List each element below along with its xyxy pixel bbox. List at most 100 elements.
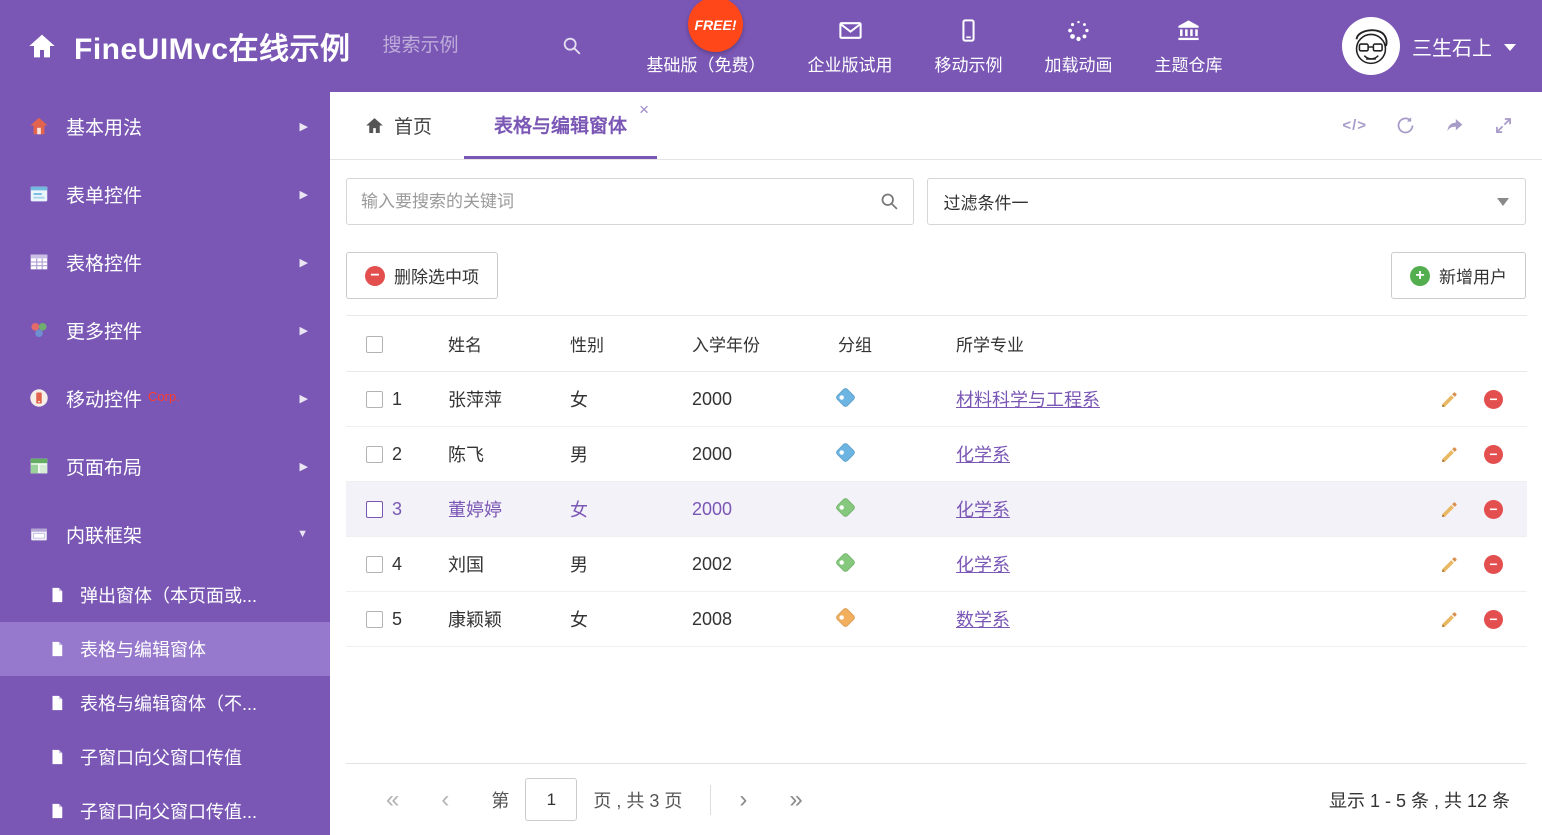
sidebar-subitem[interactable]: 表格与编辑窗体 xyxy=(0,622,330,676)
spinner-icon xyxy=(1065,16,1092,44)
row-number: 5 xyxy=(392,608,403,629)
sidebar-item[interactable]: 表格控件 ▶ xyxy=(0,228,330,296)
sidebar-subitem[interactable]: 子窗口向父窗口传值 xyxy=(0,730,330,784)
sidebar-item[interactable]: 内联框架 ▼ xyxy=(0,500,330,568)
home-icon[interactable] xyxy=(26,30,58,62)
delete-icon[interactable]: − xyxy=(1484,389,1503,409)
share-icon[interactable] xyxy=(1444,115,1465,136)
edit-icon[interactable] xyxy=(1439,389,1460,410)
major-link[interactable]: 化学系 xyxy=(956,555,1010,575)
col-header-actions xyxy=(1416,316,1527,372)
delete-icon[interactable]: − xyxy=(1484,609,1503,629)
first-page-button[interactable]: « xyxy=(386,787,399,812)
filter-row: 过滤条件一 xyxy=(346,178,1526,225)
header-search xyxy=(382,35,583,57)
major-link[interactable]: 化学系 xyxy=(956,500,1010,520)
sidebar-item[interactable]: 基本用法 ▶ xyxy=(0,92,330,160)
delete-icon[interactable]: − xyxy=(1484,499,1503,519)
chevron-right-icon: ▶ xyxy=(299,392,308,405)
major-link[interactable]: 化学系 xyxy=(956,445,1010,465)
close-icon[interactable]: × xyxy=(639,101,649,118)
pagination: « ‹ 第 页 , 共 3 页 › » 显示 1 - 5 条 , 共 12 条 xyxy=(346,763,1526,835)
users-table: 姓名 性别 入学年份 分组 所学专业 1 张萍萍女 2000 材料科学与工程系 −2 陈飞… xyxy=(346,315,1527,647)
sidebar-subitem[interactable]: 表格与编辑窗体（不... xyxy=(0,676,330,730)
code-icon[interactable]: </> xyxy=(1342,117,1367,134)
select-all-checkbox[interactable] xyxy=(366,335,383,353)
table-row[interactable]: 1 张萍萍 女 2000 材料科学与工程系 − xyxy=(346,372,1527,427)
last-page-button[interactable]: » xyxy=(789,787,802,812)
next-page-button[interactable]: › xyxy=(739,787,747,812)
cell-gender: 男 xyxy=(570,555,588,575)
delete-selected-button[interactable]: − 删除选中项 xyxy=(346,252,498,299)
page-number-input[interactable] xyxy=(525,778,578,821)
plus-circle-icon: + xyxy=(1410,265,1430,286)
major-link[interactable]: 材料科学与工程系 xyxy=(956,390,1100,410)
refresh-icon[interactable] xyxy=(1395,115,1416,136)
nav-item-envelope[interactable]: 企业版试用 xyxy=(808,16,893,76)
expand-icon[interactable] xyxy=(1493,115,1514,136)
sidebar-item[interactable]: 更多控件 ▶ xyxy=(0,296,330,364)
file-icon xyxy=(48,586,66,604)
prev-page-button[interactable]: ‹ xyxy=(441,787,449,812)
minus-circle-icon: − xyxy=(365,265,385,286)
nav-item-bank[interactable]: 主题仓库 xyxy=(1155,16,1223,76)
home-icon xyxy=(364,115,385,136)
add-user-button[interactable]: + 新增用户 xyxy=(1391,252,1526,299)
table-row[interactable]: 4 刘国 男 2002 化学系 − xyxy=(346,537,1527,592)
cell-name: 董婷婷 xyxy=(448,500,502,520)
row-checkbox[interactable] xyxy=(366,391,383,409)
avatar xyxy=(1342,17,1400,75)
sidebar-item[interactable]: 页面布局 ▶ xyxy=(0,432,330,500)
table-row[interactable]: 5 康颖颖 女 2008 数学系 − xyxy=(346,592,1527,647)
table-row[interactable]: 3 董婷婷 女 2000 化学系 − xyxy=(346,481,1527,537)
cell-year: 2008 xyxy=(692,608,733,629)
sidebar-item[interactable]: 移动控件 Corp. ▶ xyxy=(0,364,330,432)
chevron-right-icon: ▶ xyxy=(299,188,308,201)
edit-icon[interactable] xyxy=(1439,444,1460,465)
row-checkbox[interactable] xyxy=(366,501,383,519)
table-row[interactable]: 2 陈飞 男 2000 化学系 − xyxy=(346,427,1527,482)
search-icon[interactable] xyxy=(879,191,900,212)
chevron-right-icon: ▶ xyxy=(299,256,308,269)
tab-active[interactable]: 表格与编辑窗体 × xyxy=(464,92,658,159)
cell-name: 康颖颖 xyxy=(448,610,502,630)
chevron-right-icon: ▶ xyxy=(299,120,308,133)
nav-item-spinner[interactable]: 加载动画 xyxy=(1045,16,1113,76)
sidebar: 基本用法 ▶ 表单控件 ▶ 表格控件 ▶ 更多控件 ▶ 移动控件 Corp. ▶ 页面布局 ▶ 内联框架 ▼… xyxy=(0,92,330,835)
bank-icon xyxy=(1175,16,1202,44)
search-icon[interactable] xyxy=(561,35,583,57)
edit-icon[interactable] xyxy=(1439,499,1460,520)
edit-icon[interactable] xyxy=(1439,609,1460,630)
edit-icon[interactable] xyxy=(1439,554,1460,575)
row-checkbox[interactable] xyxy=(366,611,383,629)
sidebar-item[interactable]: 表单控件 ▶ xyxy=(0,160,330,228)
cell-name: 刘国 xyxy=(448,555,484,575)
tab-home[interactable]: 首页 xyxy=(348,92,448,159)
page: FineUIMvc在线示例 基础版（免费）企业版试用移动示例加载动画主题仓库 F… xyxy=(0,0,1542,835)
pager-divider xyxy=(710,784,712,815)
chevron-down-icon xyxy=(1497,197,1509,206)
delete-icon[interactable]: − xyxy=(1484,444,1503,464)
sidebar-subitem[interactable]: 弹出窗体（本页面或... xyxy=(0,568,330,622)
sidebar-subitem[interactable]: 子窗口向父窗口传值... xyxy=(0,784,330,835)
table-icon xyxy=(28,251,50,273)
tag-icon xyxy=(834,386,857,408)
row-checkbox[interactable] xyxy=(366,446,383,464)
header-search-input[interactable] xyxy=(382,35,553,57)
delete-icon[interactable]: − xyxy=(1484,554,1503,574)
chevron-right-icon: ▶ xyxy=(299,460,308,473)
envelope-icon xyxy=(837,16,864,44)
keyword-search xyxy=(346,178,914,225)
user-menu[interactable]: 三生石上 xyxy=(1342,17,1516,75)
keyword-search-input[interactable] xyxy=(347,191,879,212)
row-checkbox[interactable] xyxy=(366,556,383,574)
nav-item-mobile[interactable]: 移动示例 xyxy=(935,16,1003,76)
mobilectl-icon xyxy=(28,387,50,409)
col-header-group: 分组 xyxy=(838,336,872,355)
filter-dropdown[interactable]: 过滤条件一 xyxy=(926,178,1526,225)
cell-gender: 男 xyxy=(570,445,588,465)
form-icon xyxy=(28,183,50,205)
major-link[interactable]: 数学系 xyxy=(956,610,1010,630)
home-icon xyxy=(28,115,50,137)
tab-home-label: 首页 xyxy=(394,117,433,138)
